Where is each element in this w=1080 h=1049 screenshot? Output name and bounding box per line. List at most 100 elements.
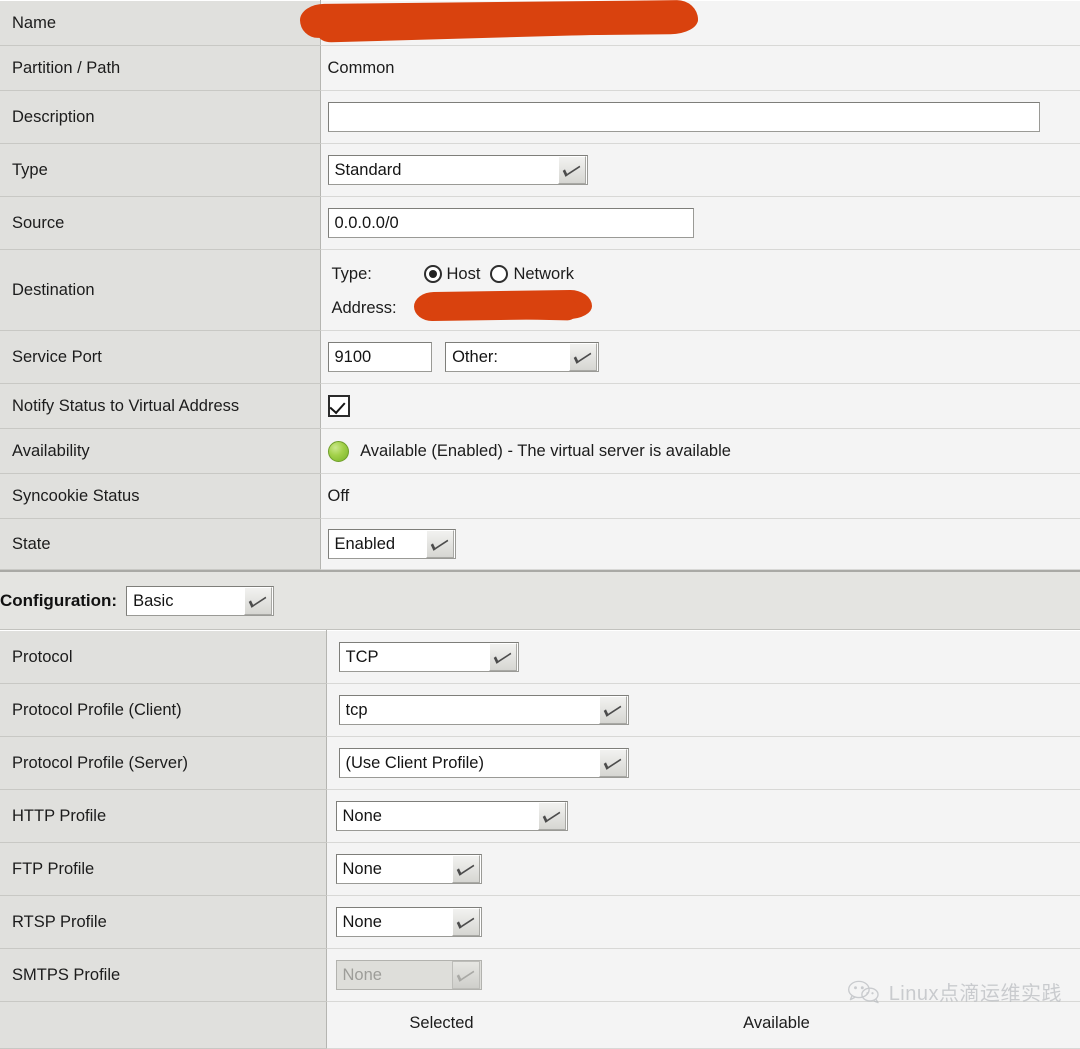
protocol-profile-client-select[interactable]: tcp xyxy=(339,695,629,725)
configuration-band: Configuration: Basic xyxy=(0,570,1080,630)
row-label-protocol-profile-client: Protocol Profile (Client) xyxy=(0,684,326,737)
general-properties-table: Name Partition / Path Common Description xyxy=(0,0,1080,570)
table-row: FTP Profile None xyxy=(0,843,1080,896)
row-value-http-profile: None xyxy=(326,790,1080,843)
table-row: Destination Type: Host Network xyxy=(0,250,1080,331)
table-row: Protocol TCP xyxy=(0,631,1080,684)
state-select[interactable]: Enabled xyxy=(328,529,456,559)
chevron-down-icon xyxy=(599,749,627,777)
table-row: Syncookie Status Off xyxy=(0,474,1080,519)
partition-path-value: Common xyxy=(328,59,395,77)
destination-fields: Type: Host Network Address: xyxy=(328,255,1080,325)
http-profile-value: None xyxy=(343,803,536,829)
rtsp-profile-select[interactable]: None xyxy=(336,907,482,937)
ftp-profile-value: None xyxy=(343,856,450,882)
radio-host-label: Host xyxy=(447,265,481,284)
row-value-description xyxy=(320,91,1080,144)
row-label-partition-path: Partition / Path xyxy=(0,46,320,91)
status-indicator-icon xyxy=(328,441,349,462)
row-value-service-port: 9100 Other: xyxy=(320,331,1080,384)
chevron-down-icon xyxy=(569,343,597,371)
row-label-name: Name xyxy=(0,1,320,46)
row-value-partition-path: Common xyxy=(320,46,1080,91)
destination-address-line: Address: xyxy=(332,291,1080,325)
protocol-select[interactable]: TCP xyxy=(339,642,519,672)
service-port-select[interactable]: Other: xyxy=(445,342,599,372)
table-row: Notify Status to Virtual Address xyxy=(0,384,1080,429)
row-value-smtps-profile: None xyxy=(326,949,1080,1002)
row-value-protocol-profile-server: (Use Client Profile) xyxy=(326,737,1080,790)
general-properties-panel: Name Partition / Path Common Description xyxy=(0,0,1080,570)
protocol-profile-server-select[interactable]: (Use Client Profile) xyxy=(339,748,629,778)
state-select-value: Enabled xyxy=(335,531,424,557)
table-row: HTTP Profile None xyxy=(0,790,1080,843)
table-row: Protocol Profile (Client) tcp xyxy=(0,684,1080,737)
destination-type-line: Type: Host Network xyxy=(332,257,1080,291)
row-value-type: Standard xyxy=(320,144,1080,197)
smtps-profile-value: None xyxy=(343,962,450,988)
row-label-protocol-profile-server: Protocol Profile (Server) xyxy=(0,737,326,790)
chevron-down-icon xyxy=(426,530,454,558)
radio-host[interactable] xyxy=(424,265,442,283)
chevron-down-icon xyxy=(244,587,272,615)
chevron-down-icon xyxy=(489,643,517,671)
table-row: Name xyxy=(0,1,1080,46)
row-label-source: Source xyxy=(0,197,320,250)
row-label-ftp-profile: FTP Profile xyxy=(0,843,326,896)
row-value-rtsp-profile: None xyxy=(326,896,1080,949)
destination-type-label: Type: xyxy=(332,265,424,284)
ftp-profile-select[interactable]: None xyxy=(336,854,482,884)
chevron-down-icon xyxy=(538,802,566,830)
available-column-header: Available xyxy=(662,1014,892,1033)
row-value-availability: Available (Enabled) - The virtual server… xyxy=(320,429,1080,474)
row-value-syncookie-status: Off xyxy=(320,474,1080,519)
row-label-ssl-profile xyxy=(0,1002,326,1049)
source-input[interactable]: 0.0.0.0/0 xyxy=(328,208,694,238)
chevron-down-icon xyxy=(452,961,480,989)
configuration-select-value: Basic xyxy=(133,588,242,614)
protocol-profile-client-value: tcp xyxy=(346,697,597,723)
chevron-down-icon xyxy=(452,855,480,883)
row-value-protocol: TCP xyxy=(326,631,1080,684)
row-label-smtps-profile: SMTPS Profile xyxy=(0,949,326,1002)
configuration-select[interactable]: Basic xyxy=(126,586,274,616)
selected-column-header: Selected xyxy=(327,1014,557,1033)
table-row: Description xyxy=(0,91,1080,144)
type-select[interactable]: Standard xyxy=(328,155,588,185)
row-value-state: Enabled xyxy=(320,519,1080,570)
row-label-syncookie-status: Syncookie Status xyxy=(0,474,320,519)
syncookie-status-value: Off xyxy=(328,487,350,505)
protocol-select-value: TCP xyxy=(346,644,487,670)
configuration-label: Configuration: xyxy=(0,591,117,611)
destination-address-input[interactable] xyxy=(424,295,644,321)
row-label-availability: Availability xyxy=(0,429,320,474)
destination-address-label: Address: xyxy=(332,299,424,318)
chevron-down-icon xyxy=(452,908,480,936)
row-label-notify-status: Notify Status to Virtual Address xyxy=(0,384,320,429)
row-label-type: Type xyxy=(0,144,320,197)
table-row: Protocol Profile (Server) (Use Client Pr… xyxy=(0,737,1080,790)
table-row: Availability Available (Enabled) - The v… xyxy=(0,429,1080,474)
row-label-rtsp-profile: RTSP Profile xyxy=(0,896,326,949)
http-profile-select[interactable]: None xyxy=(336,801,568,831)
radio-network[interactable] xyxy=(490,265,508,283)
table-row: Source 0.0.0.0/0 xyxy=(0,197,1080,250)
radio-network-label: Network xyxy=(513,265,574,284)
description-input[interactable] xyxy=(328,102,1040,132)
row-value-destination: Type: Host Network Address: xyxy=(320,250,1080,331)
row-value-ssl-profile: Selected Available xyxy=(326,1002,1080,1049)
destination-type-radio-group: Host Network xyxy=(424,265,584,284)
protocol-profile-server-value: (Use Client Profile) xyxy=(346,750,597,776)
service-port-input[interactable]: 9100 xyxy=(328,342,432,372)
configuration-table: Protocol TCP Protocol Profile (Client) t… xyxy=(0,630,1080,1049)
row-label-description: Description xyxy=(0,91,320,144)
table-row: Service Port 9100 Other: xyxy=(0,331,1080,384)
row-label-protocol: Protocol xyxy=(0,631,326,684)
type-select-value: Standard xyxy=(335,157,556,183)
chevron-down-icon xyxy=(599,696,627,724)
row-value-notify-status xyxy=(320,384,1080,429)
table-row: SMTPS Profile None xyxy=(0,949,1080,1002)
row-label-http-profile: HTTP Profile xyxy=(0,790,326,843)
smtps-profile-select: None xyxy=(336,960,482,990)
notify-status-checkbox[interactable] xyxy=(328,395,350,417)
